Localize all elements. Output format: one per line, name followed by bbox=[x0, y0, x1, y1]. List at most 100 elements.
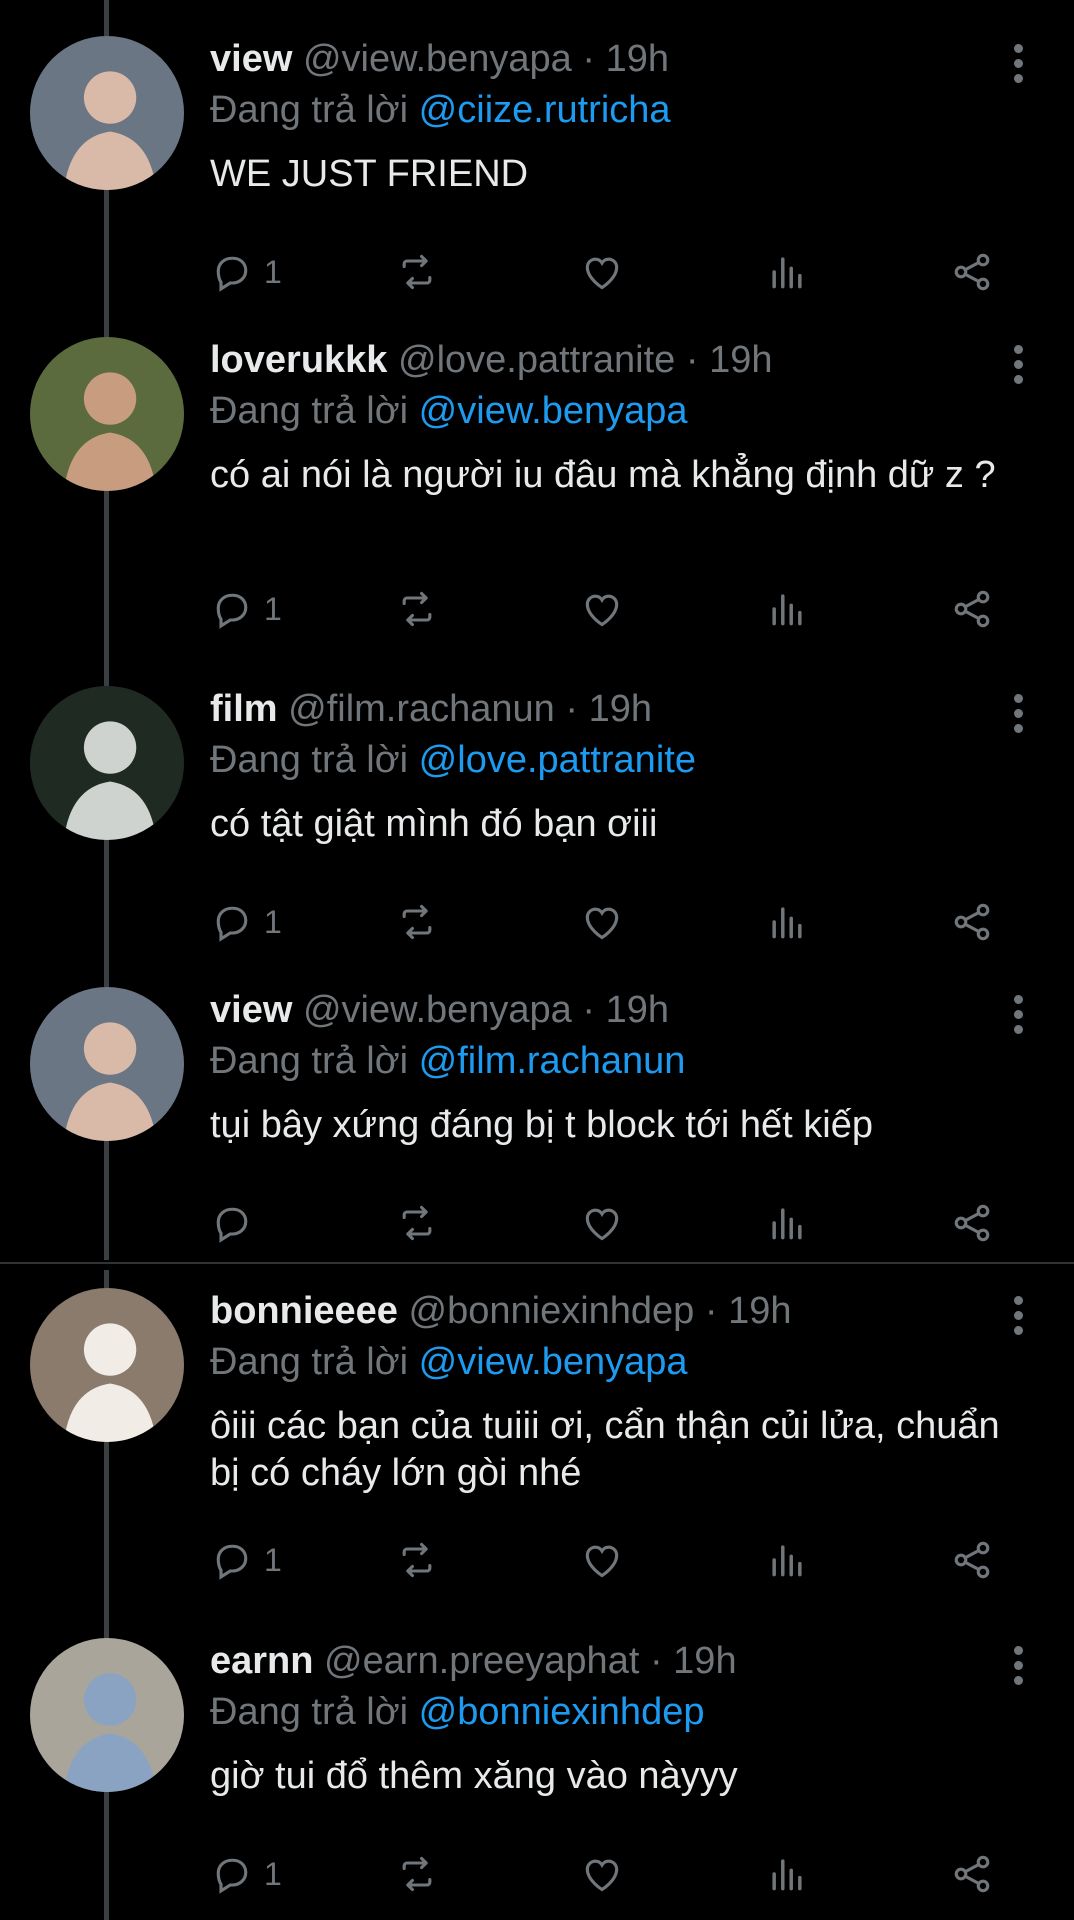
share-button[interactable] bbox=[950, 1532, 994, 1588]
more-options-icon[interactable] bbox=[1012, 44, 1024, 84]
reply-icon bbox=[216, 1207, 248, 1243]
reply-count: 1 bbox=[264, 1855, 282, 1892]
reply-icon bbox=[216, 1858, 248, 1894]
reply-button[interactable]: 1 bbox=[210, 244, 282, 300]
timestamp[interactable]: 19h bbox=[709, 339, 772, 381]
share-button[interactable] bbox=[950, 581, 994, 637]
display-name[interactable]: loverukkk bbox=[210, 339, 387, 381]
display-name[interactable]: film bbox=[210, 688, 278, 730]
avatar[interactable] bbox=[30, 36, 184, 190]
display-name[interactable]: view bbox=[210, 989, 292, 1031]
bar-chart-icon bbox=[772, 257, 802, 289]
more-options-icon[interactable] bbox=[1012, 345, 1024, 385]
views-button[interactable] bbox=[765, 244, 809, 300]
user-handle[interactable]: @earn.preeyaphat bbox=[324, 1640, 639, 1682]
replying-to: Đang trả lời @ciize.rutricha bbox=[210, 87, 1034, 133]
user-handle[interactable]: @love.pattranite bbox=[398, 339, 675, 381]
like-button[interactable] bbox=[580, 581, 624, 637]
reply-button[interactable]: 1 bbox=[210, 581, 282, 637]
views-button[interactable] bbox=[765, 894, 809, 950]
reply-icon bbox=[216, 256, 248, 292]
share-icon bbox=[954, 1204, 990, 1242]
tweet-content: view @view.benyapa · 19h Đang trả lời @c… bbox=[210, 36, 1034, 198]
avatar[interactable] bbox=[30, 1288, 184, 1442]
retweet-button[interactable] bbox=[395, 894, 439, 950]
reply-button[interactable]: 1 bbox=[210, 1846, 282, 1902]
reply-count: 1 bbox=[264, 590, 282, 627]
views-button[interactable] bbox=[765, 581, 809, 637]
mention-link[interactable]: @love.pattranite bbox=[419, 739, 696, 781]
timestamp[interactable]: 19h bbox=[589, 688, 652, 730]
reply-count: 1 bbox=[264, 903, 282, 940]
timestamp[interactable]: 19h bbox=[606, 989, 669, 1031]
heart-icon bbox=[585, 907, 619, 940]
reply-icon bbox=[216, 906, 248, 942]
like-button[interactable] bbox=[580, 244, 624, 300]
timestamp[interactable]: 19h bbox=[673, 1640, 736, 1682]
retweet-icon bbox=[402, 254, 432, 290]
tweet-content: bonnieeee @bonniexinhdep · 19h Đang trả … bbox=[210, 1288, 1034, 1497]
share-button[interactable] bbox=[950, 1195, 994, 1251]
more-options-icon[interactable] bbox=[1012, 1296, 1024, 1336]
bar-chart-icon bbox=[772, 1208, 802, 1240]
avatar[interactable] bbox=[30, 337, 184, 491]
avatar[interactable] bbox=[30, 686, 184, 840]
reply-button[interactable] bbox=[210, 1195, 264, 1251]
timestamp[interactable]: 19h bbox=[728, 1290, 791, 1332]
avatar[interactable] bbox=[30, 1638, 184, 1792]
retweet-button[interactable] bbox=[395, 1846, 439, 1902]
tweet-text: ôiii các bạn của tuiii ơi, cẩn thận củi … bbox=[210, 1405, 1000, 1494]
timestamp[interactable]: 19h bbox=[606, 38, 669, 80]
reply-button[interactable]: 1 bbox=[210, 1532, 282, 1588]
tweet-content: earnn @earn.preeyaphat · 19h Đang trả lờ… bbox=[210, 1638, 1034, 1800]
more-options-icon[interactable] bbox=[1012, 1646, 1024, 1686]
views-button[interactable] bbox=[765, 1195, 809, 1251]
tweet-header: loverukkk @love.pattranite · 19h bbox=[210, 337, 1034, 383]
share-button[interactable] bbox=[950, 1846, 994, 1902]
like-button[interactable] bbox=[580, 1195, 624, 1251]
replying-to-label: Đang trả lời bbox=[210, 1341, 409, 1383]
user-handle[interactable]: @bonniexinhdep bbox=[409, 1290, 695, 1332]
views-button[interactable] bbox=[765, 1846, 809, 1902]
user-handle[interactable]: @view.benyapa bbox=[303, 38, 572, 80]
display-name[interactable]: view bbox=[210, 38, 292, 80]
retweet-button[interactable] bbox=[395, 581, 439, 637]
heart-icon bbox=[585, 594, 619, 627]
tweet-content: view @view.benyapa · 19h Đang trả lời @f… bbox=[210, 987, 1034, 1149]
mention-link[interactable]: @ciize.rutricha bbox=[419, 89, 671, 131]
views-button[interactable] bbox=[765, 1532, 809, 1588]
more-options-icon[interactable] bbox=[1012, 995, 1024, 1035]
mention-link[interactable]: @view.benyapa bbox=[419, 1341, 688, 1383]
like-button[interactable] bbox=[580, 1532, 624, 1588]
retweet-button[interactable] bbox=[395, 1195, 439, 1251]
more-options-icon[interactable] bbox=[1012, 694, 1024, 734]
bar-chart-icon bbox=[772, 1859, 802, 1891]
tweet-text: có tật giật mình đó bạn ơiii bbox=[210, 803, 658, 845]
display-name[interactable]: earnn bbox=[210, 1640, 313, 1682]
tweet-text: WE JUST FRIEND bbox=[210, 153, 529, 195]
heart-icon bbox=[585, 257, 619, 290]
mention-link[interactable]: @bonniexinhdep bbox=[419, 1691, 705, 1733]
retweet-icon bbox=[402, 591, 432, 627]
mention-link[interactable]: @view.benyapa bbox=[419, 390, 688, 432]
like-button[interactable] bbox=[580, 894, 624, 950]
retweet-button[interactable] bbox=[395, 1532, 439, 1588]
share-icon bbox=[954, 590, 990, 628]
avatar[interactable] bbox=[30, 987, 184, 1141]
share-icon bbox=[954, 253, 990, 291]
mention-link[interactable]: @film.rachanun bbox=[419, 1040, 686, 1082]
share-button[interactable] bbox=[950, 244, 994, 300]
replying-to: Đang trả lời @bonniexinhdep bbox=[210, 1689, 1034, 1735]
reply-button[interactable]: 1 bbox=[210, 894, 282, 950]
retweet-icon bbox=[402, 1542, 432, 1578]
display-name[interactable]: bonnieeee bbox=[210, 1290, 398, 1332]
separator-dot: · bbox=[582, 989, 596, 1031]
user-handle[interactable]: @film.rachanun bbox=[288, 688, 555, 730]
user-handle[interactable]: @view.benyapa bbox=[303, 989, 572, 1031]
tweet-actions: 1 bbox=[210, 1532, 1010, 1588]
replying-to-label: Đang trả lời bbox=[210, 1040, 409, 1082]
replying-to-label: Đang trả lời bbox=[210, 89, 409, 131]
retweet-button[interactable] bbox=[395, 244, 439, 300]
like-button[interactable] bbox=[580, 1846, 624, 1902]
share-button[interactable] bbox=[950, 894, 994, 950]
